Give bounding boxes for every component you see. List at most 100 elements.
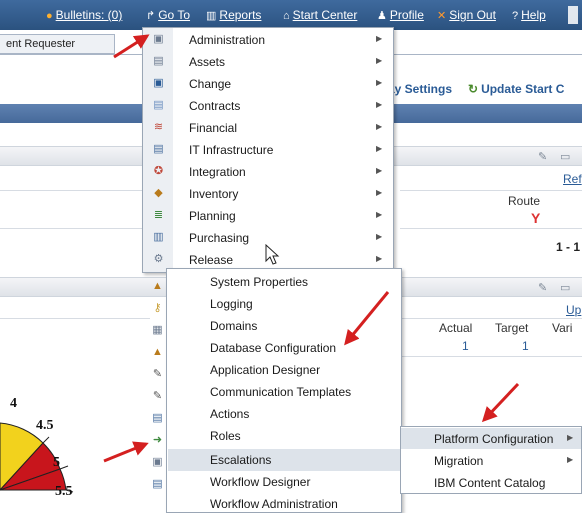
submenu-arrow-icon: ▶ <box>376 122 383 131</box>
workflow-app-icon: ▤ <box>152 478 163 490</box>
roles-app-icon: ➜ <box>152 434 163 446</box>
menu-item-label: Administration <box>189 33 266 47</box>
route-icon[interactable]: Y <box>531 210 540 226</box>
edit-pencil-icon[interactable]: ✎ <box>538 281 547 294</box>
menu-item-assets[interactable]: ▤ Assets ▶ <box>143 51 393 73</box>
submenu-arrow-icon: ▶ <box>567 455 574 464</box>
target-column-header: Target <box>495 321 529 335</box>
tab-requester[interactable]: ent Requester <box>0 34 115 54</box>
sign-out-label: Sign Out <box>449 8 496 22</box>
update-start-center-link[interactable]: ↻ Update Start C <box>468 82 564 96</box>
pencil-app-icon: ✎ <box>152 368 163 380</box>
menu-item-platform-configuration[interactable]: Platform Configuration ▶ <box>401 428 581 449</box>
release-icon: ⚙ <box>153 253 164 265</box>
gauge-tick <box>42 436 50 444</box>
start-center-link[interactable]: ⌂ Start Center <box>283 8 357 22</box>
menu-item-change[interactable]: ▣ Change ▶ <box>143 73 393 95</box>
display-settings-link[interactable]: ay Settings <box>388 82 452 96</box>
variance-column-header: Vari <box>552 321 573 335</box>
change-icon: ▣ <box>153 77 164 89</box>
actions-app-icon: ▤ <box>152 412 163 424</box>
menu-item-label: Roles <box>210 429 241 443</box>
platform-configuration-submenu: Platform Configuration ▶ Migration ▶ IBM… <box>400 426 582 494</box>
menu-item-label: Integration <box>189 165 246 179</box>
menu-item-application-designer[interactable]: Application Designer <box>168 359 401 381</box>
menu-item-roles[interactable]: Roles <box>168 425 401 447</box>
menu-item-domains[interactable]: Domains <box>168 315 401 337</box>
row-divider <box>0 190 150 191</box>
menu-item-label: Planning <box>189 209 236 223</box>
menu-item-it-infrastructure[interactable]: ▤ IT Infrastructure ▶ <box>143 139 393 161</box>
menu-item-workflow-administration[interactable]: Workflow Administration <box>168 493 401 513</box>
menu-item-communication-templates[interactable]: Communication Templates <box>168 381 401 403</box>
menu-item-administration[interactable]: ▣ Administration ▶ <box>143 29 393 51</box>
planning-icon: ≣ <box>153 209 164 221</box>
goto-menu-button[interactable]: ↱ Go To <box>146 8 190 22</box>
profile-label: Profile <box>389 8 424 22</box>
menu-item-inventory[interactable]: ◆ Inventory ▶ <box>143 183 393 205</box>
top-nav-bar: ● Bulletins: (0) ↱ Go To ▥ Reports ⌂ Start C… <box>0 0 582 30</box>
menu-item-label: Workflow Designer <box>210 475 311 489</box>
start-center-label: Start Center <box>292 8 358 22</box>
admin-app-icon: ▲ <box>152 280 163 292</box>
menu-item-system-properties[interactable]: System Properties <box>168 271 401 293</box>
submenu-arrow-icon: ▶ <box>376 232 383 241</box>
integration-icon: ✪ <box>153 165 164 177</box>
menu-item-ibm-content-catalog[interactable]: IBM Content Catalog <box>401 472 581 493</box>
row-divider <box>0 318 150 319</box>
submenu-arrow-icon: ▶ <box>376 34 383 43</box>
menu-item-label: Release <box>189 253 234 267</box>
financial-icon: ≋ <box>153 121 164 133</box>
minimize-icon[interactable]: ▭ <box>560 281 570 294</box>
update-link[interactable]: Up <box>566 303 581 317</box>
submenu-arrow-icon: ▶ <box>376 78 383 87</box>
row-divider-right <box>400 228 582 229</box>
menu-item-integration[interactable]: ✪ Integration ▶ <box>143 161 393 183</box>
help-icon: ? <box>512 10 519 22</box>
mouse-cursor-icon <box>265 244 280 265</box>
submenu-arrow-icon: ▶ <box>376 254 383 263</box>
help-label: Help <box>521 8 546 22</box>
profile-link[interactable]: ♟ Profile <box>377 8 424 22</box>
sign-out-link[interactable]: ✕ Sign Out <box>437 8 496 22</box>
menu-item-label: Migration <box>434 454 484 468</box>
submenu-arrow-icon: ▶ <box>376 166 383 175</box>
menu-item-planning[interactable]: ≣ Planning ▶ <box>143 205 393 227</box>
menu-item-logging[interactable]: Logging <box>168 293 401 315</box>
reports-link[interactable]: ▥ Reports <box>206 8 261 22</box>
submenu-arrow-icon: ▶ <box>567 433 574 442</box>
minimize-icon[interactable]: ▭ <box>560 150 570 163</box>
menu-item-actions[interactable]: Actions <box>168 403 401 425</box>
menu-item-database-configuration[interactable]: Database Configuration <box>168 337 401 359</box>
row-divider-right <box>400 190 582 191</box>
menu-item-escalations[interactable]: Escalations <box>168 449 401 471</box>
menu-item-label: Inventory <box>189 187 239 201</box>
reports-icon: ▥ <box>206 10 217 22</box>
menu-item-financial[interactable]: ≋ Financial ▶ <box>143 117 393 139</box>
menu-item-label: Contracts <box>189 99 241 113</box>
submenu-arrow-icon: ▶ <box>376 188 383 197</box>
submenu-arrow-icon: ▶ <box>376 56 383 65</box>
menu-item-label: Purchasing <box>189 231 250 245</box>
menu-item-label: Platform Configuration <box>434 432 554 446</box>
menu-item-migration[interactable]: Migration ▶ <box>401 450 581 471</box>
menu-item-contracts[interactable]: ▤ Contracts ▶ <box>143 95 393 117</box>
purchasing-icon: ▥ <box>153 231 164 243</box>
submenu-arrow-icon: ▶ <box>376 100 383 109</box>
inventory-icon: ◆ <box>154 187 163 199</box>
row-divider-right <box>400 356 582 357</box>
menu-item-workflow-designer[interactable]: Workflow Designer <box>168 471 401 493</box>
help-link[interactable]: ? Help <box>512 8 546 22</box>
edit-pencil-icon[interactable]: ✎ <box>538 150 547 163</box>
menu-item-label: Domains <box>210 319 258 333</box>
refresh-link[interactable]: Ref <box>563 172 582 186</box>
key-icon: ⚷ <box>153 302 162 314</box>
goto-dropdown-menu: ▣ Administration ▶ ▤ Assets ▶ ▣ Change ▶… <box>142 27 394 273</box>
pagination-label: 1 - 1 <box>556 240 581 254</box>
bulletins-link[interactable]: ● Bulletins: (0) <box>46 8 122 22</box>
portlet-header-dark-right <box>394 104 582 123</box>
bulletins-label: Bulletins: (0) <box>55 8 123 22</box>
annotation-arrow-platform-configuration <box>481 382 520 423</box>
submenu-arrow-icon: ▶ <box>376 210 383 219</box>
goto-arrow-icon: ↱ <box>146 10 156 22</box>
